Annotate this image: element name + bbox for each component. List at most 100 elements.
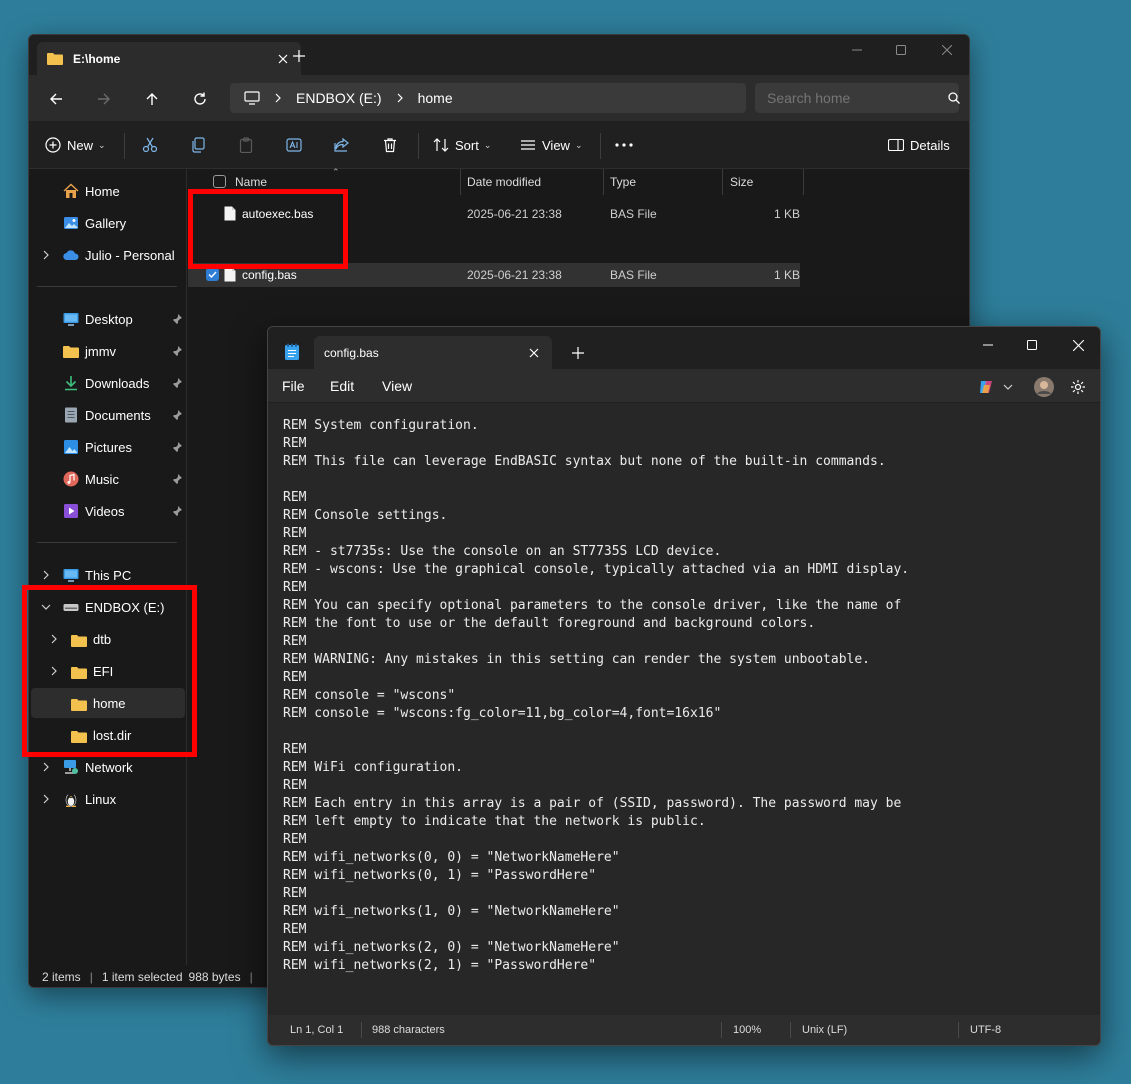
pin-icon[interactable] <box>171 409 183 421</box>
copilot-icon[interactable] <box>976 377 996 397</box>
pin-icon[interactable] <box>171 377 183 389</box>
cut-button[interactable] <box>142 135 158 155</box>
minimize-icon[interactable] <box>976 335 1000 355</box>
sidebar-item-this-pc[interactable]: This PC <box>31 560 185 590</box>
delete-button[interactable] <box>382 135 398 155</box>
desktop-icon <box>63 311 79 327</box>
chevron-right-icon[interactable] <box>41 250 51 260</box>
sidebar-item-lost-dir[interactable]: lost.dir <box>31 720 185 750</box>
chevron-right-icon[interactable] <box>41 762 51 772</box>
rename-button[interactable] <box>286 135 302 155</box>
pin-icon[interactable] <box>171 313 183 325</box>
cloud-icon <box>63 247 79 263</box>
sidebar-item-jmmv[interactable]: jmmv <box>31 336 185 366</box>
paste-button[interactable] <box>238 135 254 155</box>
refresh-icon[interactable] <box>190 89 210 109</box>
file-row-autoexec[interactable]: autoexec.bas 2025-06-21 23:38 BAS File 1… <box>188 202 800 226</box>
chevron-down-icon: ⌄ <box>98 139 106 150</box>
sort-button[interactable]: Sort ⌄ <box>433 135 491 155</box>
minimize-icon[interactable] <box>845 41 869 59</box>
column-header-size[interactable]: Size <box>723 169 804 195</box>
close-window-icon[interactable] <box>935 41 959 59</box>
menu-view[interactable]: View <box>382 378 412 394</box>
folder-icon <box>63 343 79 359</box>
sidebar-item-home-folder[interactable]: home <box>31 688 185 718</box>
search-box[interactable] <box>755 83 960 113</box>
sidebar-item-onedrive[interactable]: Julio - Personal <box>31 240 185 270</box>
details-button[interactable]: Details <box>888 135 950 155</box>
chevron-right-icon[interactable] <box>49 666 59 676</box>
column-header-name[interactable]: Name <box>188 169 461 195</box>
notepad-titlebar: config.bas <box>268 327 1100 369</box>
more-options-button[interactable] <box>615 135 633 155</box>
address-bar[interactable]: ENDBOX (E:) home <box>230 83 746 113</box>
chevron-right-icon[interactable] <box>272 92 284 104</box>
sidebar-item-documents[interactable]: Documents <box>31 400 185 430</box>
column-header-date[interactable]: Date modified <box>461 169 604 195</box>
back-arrow-icon[interactable] <box>46 89 66 109</box>
sidebar-item-desktop[interactable]: Desktop <box>31 304 185 334</box>
maximize-icon[interactable] <box>889 41 913 59</box>
sidebar-item-videos[interactable]: Videos <box>31 496 185 526</box>
gear-icon[interactable] <box>1068 377 1088 397</box>
chevron-right-icon[interactable] <box>41 794 51 804</box>
view-button[interactable]: View ⌄ <box>520 135 583 155</box>
search-input[interactable] <box>767 90 948 106</box>
new-button[interactable]: New ⌄ <box>45 135 106 155</box>
up-arrow-icon[interactable] <box>142 89 162 109</box>
sidebar-item-music[interactable]: Music <box>31 464 185 494</box>
column-header-label: Size <box>730 175 754 189</box>
maximize-icon[interactable] <box>1020 335 1044 355</box>
chevron-down-icon[interactable] <box>41 602 51 612</box>
new-tab-icon[interactable] <box>291 48 307 64</box>
line-endings[interactable]: Unix (LF) <box>802 1024 847 1036</box>
close-icon[interactable] <box>526 345 542 361</box>
status-divider <box>361 1022 362 1038</box>
chevron-down-icon: ⌄ <box>483 139 492 150</box>
sidebar-item-linux[interactable]: Linux <box>31 784 185 814</box>
explorer-tab[interactable]: E:\home <box>37 42 301 75</box>
zoom-level[interactable]: 100% <box>733 1024 761 1036</box>
sidebar-item-efi[interactable]: EFI <box>31 656 185 686</box>
pin-icon[interactable] <box>171 441 183 453</box>
avatar[interactable] <box>1034 377 1054 397</box>
share-button[interactable] <box>334 135 350 155</box>
pin-icon[interactable] <box>171 473 183 485</box>
search-icon[interactable] <box>948 91 960 105</box>
sidebar-item-home[interactable]: Home <box>31 176 185 206</box>
copy-button[interactable] <box>190 135 206 155</box>
chevron-right-icon[interactable] <box>394 92 406 104</box>
menu-edit[interactable]: Edit <box>330 378 354 394</box>
sidebar-item-network[interactable]: Network <box>31 752 185 782</box>
column-header-type[interactable]: Type <box>604 169 723 195</box>
pin-icon[interactable] <box>171 345 183 357</box>
pin-icon[interactable] <box>171 505 183 517</box>
breadcrumb-folder[interactable]: home <box>418 90 453 106</box>
breadcrumb-drive[interactable]: ENDBOX (E:) <box>296 90 382 106</box>
sidebar-label: Linux <box>85 791 117 807</box>
encoding[interactable]: UTF-8 <box>970 1024 1001 1036</box>
file-row-config[interactable]: config.bas 2025-06-21 23:38 BAS File 1 K… <box>188 263 800 287</box>
chevron-down-icon[interactable] <box>998 377 1018 397</box>
forward-arrow-icon[interactable] <box>94 89 114 109</box>
chevron-right-icon[interactable] <box>41 570 51 580</box>
sidebar-item-dtb[interactable]: dtb <box>31 624 185 654</box>
close-window-icon[interactable] <box>1066 335 1090 355</box>
sidebar-label: Videos <box>85 503 125 519</box>
select-all-checkbox[interactable] <box>213 175 226 188</box>
menu-file[interactable]: File <box>282 378 305 394</box>
toolbar-divider <box>418 133 419 159</box>
new-tab-icon[interactable] <box>570 345 586 361</box>
sidebar-item-pictures[interactable]: Pictures <box>31 432 185 462</box>
chevron-right-icon[interactable] <box>49 634 59 644</box>
sidebar-item-endbox-drive[interactable]: ENDBOX (E:) <box>31 592 185 622</box>
sidebar-item-downloads[interactable]: Downloads <box>31 368 185 398</box>
notepad-window: config.bas File Edit View REM System con… <box>267 326 1101 1046</box>
text-editor[interactable]: REM System configuration. REM REM This f… <box>268 403 1100 1015</box>
checkbox-checked-icon[interactable] <box>206 268 219 281</box>
sidebar-item-gallery[interactable]: Gallery <box>31 208 185 238</box>
close-icon[interactable] <box>275 51 291 67</box>
notepad-tab[interactable]: config.bas <box>314 336 552 369</box>
explorer-navbar: ENDBOX (E:) home <box>29 75 969 121</box>
column-header-label: Name <box>235 175 268 189</box>
